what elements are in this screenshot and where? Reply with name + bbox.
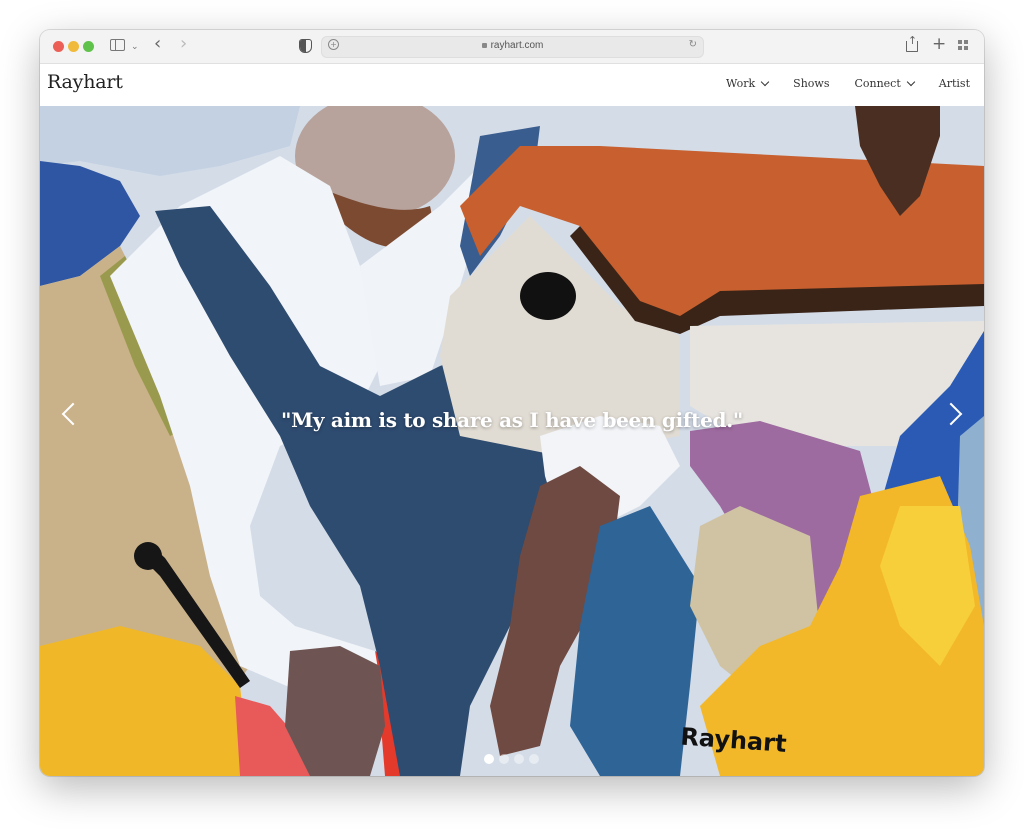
hero-quote: "My aim is to share as I have been gifte… xyxy=(280,408,744,432)
nav-item-shows[interactable]: Shows xyxy=(793,77,829,90)
nav-item-work[interactable]: Work xyxy=(726,77,770,90)
slide-dot-4[interactable] xyxy=(529,754,539,764)
tab-overview-icon[interactable] xyxy=(958,40,969,51)
maximize-window-button[interactable] xyxy=(83,41,94,52)
chevron-down-icon xyxy=(760,77,770,87)
url-text[interactable]: rayhart.com xyxy=(322,40,703,51)
new-tab-icon[interactable]: + xyxy=(932,35,946,53)
nav-label: Shows xyxy=(793,77,830,90)
site-logo[interactable]: Rayhart xyxy=(47,71,123,93)
back-icon[interactable]: ‹ xyxy=(154,35,161,53)
site-header: Rayhart Work Shows Connect Artist xyxy=(40,64,984,106)
browser-window: ⌄ ‹ › + rayhart.com ↻ ↑ + Rayhart Work S… xyxy=(40,30,984,776)
privacy-shield-icon[interactable] xyxy=(299,39,312,53)
hero-slider: Rayhart "My aim is to share as I have be… xyxy=(40,106,984,776)
main-nav: Work Shows Connect Artist xyxy=(701,77,970,90)
chevron-down-icon[interactable]: ⌄ xyxy=(131,38,139,56)
painting-window xyxy=(520,272,576,320)
close-window-button[interactable] xyxy=(53,41,64,52)
lock-icon xyxy=(481,43,487,48)
sidebar-icon[interactable] xyxy=(110,39,125,51)
address-bar[interactable]: + rayhart.com ↻ xyxy=(321,36,704,58)
painting-image: Rayhart xyxy=(40,106,984,776)
browser-toolbar: ⌄ ‹ › + rayhart.com ↻ ↑ + xyxy=(40,30,984,64)
reload-icon[interactable]: ↻ xyxy=(689,39,697,50)
nav-item-connect[interactable]: Connect xyxy=(854,77,916,90)
forward-icon[interactable]: › xyxy=(180,35,187,53)
slide-dot-1[interactable] xyxy=(484,754,494,764)
share-arrow-icon: ↑ xyxy=(907,34,918,47)
minimize-window-button[interactable] xyxy=(68,41,79,52)
nav-label: Artist xyxy=(938,77,970,90)
nav-label: Connect xyxy=(854,77,901,90)
slide-dot-2[interactable] xyxy=(499,754,509,764)
url-value: rayhart.com xyxy=(490,40,544,51)
slide-dot-3[interactable] xyxy=(514,754,524,764)
slide-indicators xyxy=(484,754,539,764)
nav-label: Work xyxy=(726,77,756,90)
painting-stick-head xyxy=(134,542,162,570)
nav-item-artist[interactable]: Artist xyxy=(939,77,970,90)
chevron-down-icon xyxy=(906,77,916,87)
